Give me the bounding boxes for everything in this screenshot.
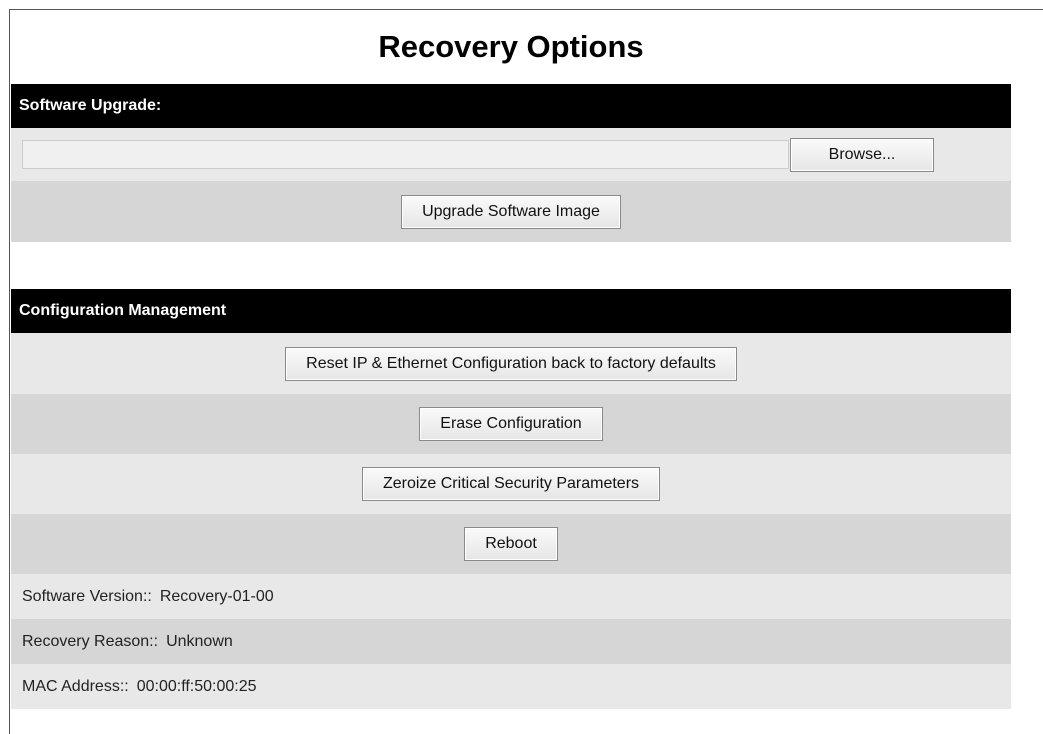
mac-address-label: MAC Address:: bbox=[22, 677, 129, 695]
reset-row: Reset IP & Ethernet Configuration back t… bbox=[11, 333, 1011, 394]
file-select-row: Browse... bbox=[11, 128, 1011, 181]
zeroize-row: Zeroize Critical Security Parameters bbox=[11, 454, 1011, 514]
zeroize-csp-button[interactable]: Zeroize Critical Security Parameters bbox=[361, 467, 661, 501]
recovery-reason-row: Recovery Reason:: Unknown bbox=[11, 619, 1011, 664]
file-path-field[interactable] bbox=[22, 140, 789, 169]
mac-address-row: MAC Address:: 00:00:ff:50:00:25 bbox=[11, 664, 1011, 709]
page-frame: Recovery Options Software Upgrade: Brows… bbox=[9, 9, 1043, 734]
software-version-value: Recovery-01-00 bbox=[159, 587, 274, 605]
configuration-management-header: Configuration Management bbox=[11, 289, 1011, 333]
section-spacer bbox=[11, 242, 1011, 289]
recovery-options-panel: Recovery Options Software Upgrade: Brows… bbox=[11, 10, 1011, 709]
erase-row: Erase Configuration bbox=[11, 394, 1011, 454]
reset-factory-defaults-button[interactable]: Reset IP & Ethernet Configuration back t… bbox=[285, 346, 737, 381]
mac-address-value: 00:00:ff:50:00:25 bbox=[136, 677, 257, 695]
page-title: Recovery Options bbox=[378, 29, 644, 64]
recovery-reason-label: Recovery Reason:: bbox=[22, 632, 159, 650]
browse-button[interactable]: Browse... bbox=[790, 137, 934, 172]
upgrade-row: Upgrade Software Image bbox=[11, 181, 1011, 242]
erase-configuration-button[interactable]: Erase Configuration bbox=[419, 407, 603, 441]
reboot-button[interactable]: Reboot bbox=[464, 527, 558, 561]
software-version-label: Software Version:: bbox=[22, 587, 152, 605]
recovery-reason-value: Unknown bbox=[166, 632, 233, 650]
software-upgrade-header: Software Upgrade: bbox=[11, 84, 1011, 128]
reboot-row: Reboot bbox=[11, 514, 1011, 574]
software-version-row: Software Version:: Recovery-01-00 bbox=[11, 574, 1011, 619]
upgrade-software-image-button[interactable]: Upgrade Software Image bbox=[401, 194, 621, 229]
